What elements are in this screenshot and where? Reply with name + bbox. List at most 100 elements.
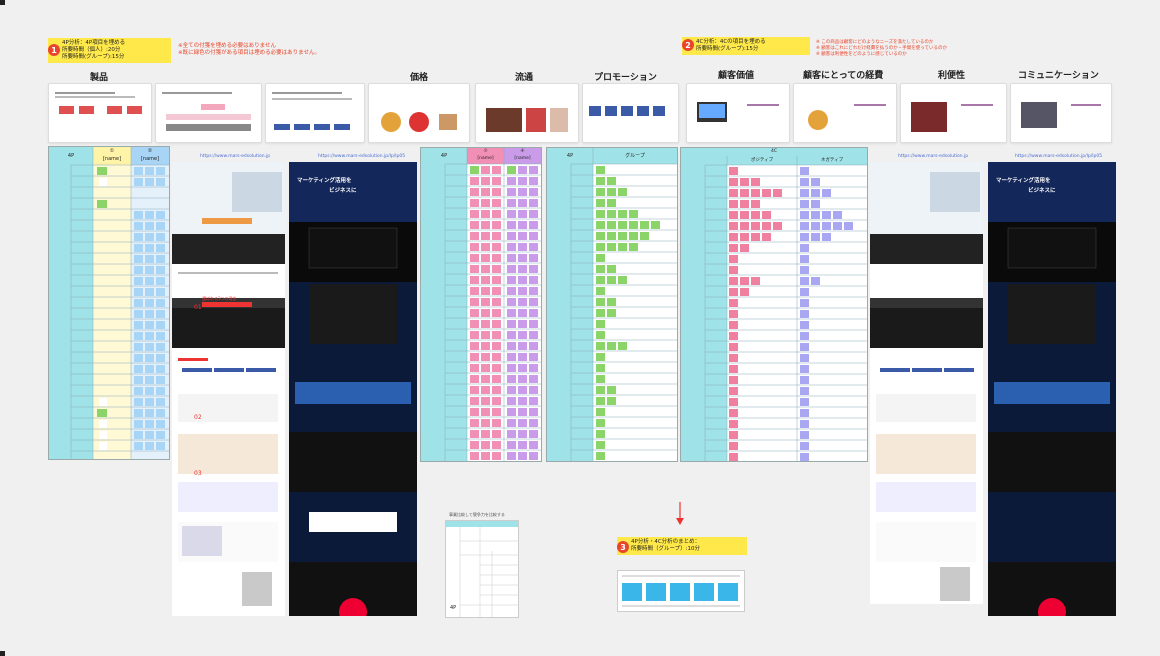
- sticky-note[interactable]: [729, 332, 738, 340]
- sticky-note[interactable]: [470, 210, 479, 218]
- sticky-note[interactable]: [740, 222, 749, 230]
- sticky-note[interactable]: [800, 200, 809, 208]
- sticky-note[interactable]: [518, 375, 527, 383]
- sticky-note[interactable]: [529, 408, 538, 416]
- lp-link[interactable]: https://www.mars-edsolution.jp/lp/lp05: [1015, 154, 1102, 159]
- sticky-note[interactable]: [629, 232, 638, 240]
- sticky-note[interactable]: [156, 343, 165, 351]
- sticky-note[interactable]: [99, 420, 107, 428]
- sticky-note[interactable]: [492, 441, 501, 449]
- sticky-note[interactable]: [529, 364, 538, 372]
- sticky-note[interactable]: [507, 309, 516, 317]
- sticky-note[interactable]: [156, 167, 165, 175]
- sticky-note[interactable]: [729, 178, 738, 186]
- sticky-note[interactable]: [145, 310, 154, 318]
- sticky-note[interactable]: [507, 188, 516, 196]
- sticky-note[interactable]: [481, 364, 490, 372]
- sticky-note[interactable]: [470, 166, 479, 174]
- sticky-note[interactable]: [740, 211, 749, 219]
- sticky-note[interactable]: [156, 178, 165, 186]
- sticky-note[interactable]: [618, 232, 627, 240]
- sticky-note[interactable]: [800, 266, 809, 274]
- sticky-note[interactable]: [518, 298, 527, 306]
- sticky-note[interactable]: [507, 276, 516, 284]
- sticky-note[interactable]: [470, 419, 479, 427]
- sticky-note[interactable]: [518, 408, 527, 416]
- sticky-note[interactable]: [481, 210, 490, 218]
- sticky-note[interactable]: [145, 354, 154, 362]
- sticky-note[interactable]: [596, 199, 605, 207]
- sticky-note[interactable]: [629, 243, 638, 251]
- sticky-note[interactable]: [145, 277, 154, 285]
- sticky-note[interactable]: [529, 309, 538, 317]
- sticky-note[interactable]: [507, 221, 516, 229]
- sticky-note[interactable]: [97, 200, 107, 208]
- sticky-note[interactable]: [492, 287, 501, 295]
- sticky-note[interactable]: [481, 254, 490, 262]
- sticky-note[interactable]: [518, 353, 527, 361]
- sticky-note[interactable]: [134, 244, 143, 252]
- sticky-note[interactable]: [618, 276, 627, 284]
- sticky-note[interactable]: [492, 353, 501, 361]
- sticky-note[interactable]: [773, 189, 782, 197]
- sticky-note[interactable]: [470, 298, 479, 306]
- slide-thumbnail[interactable]: [582, 83, 679, 143]
- slide-thumbnail[interactable]: [48, 83, 152, 143]
- sticky-note[interactable]: [607, 342, 616, 350]
- sticky-note[interactable]: [518, 342, 527, 350]
- sticky-note[interactable]: [492, 364, 501, 372]
- sticky-note[interactable]: [470, 276, 479, 284]
- sticky-note[interactable]: [596, 188, 605, 196]
- sticky-note[interactable]: [481, 309, 490, 317]
- sticky-note[interactable]: [134, 332, 143, 340]
- sticky-note[interactable]: [529, 221, 538, 229]
- sticky-note[interactable]: [97, 409, 107, 417]
- sticky-note[interactable]: [518, 309, 527, 317]
- sticky-note[interactable]: [492, 342, 501, 350]
- sticky-note[interactable]: [481, 276, 490, 284]
- sticky-note[interactable]: [751, 189, 760, 197]
- sticky-note[interactable]: [99, 442, 107, 450]
- sticky-note[interactable]: [470, 177, 479, 185]
- sticky-note[interactable]: [518, 397, 527, 405]
- sticky-note[interactable]: [529, 254, 538, 262]
- sticky-note[interactable]: [156, 332, 165, 340]
- slide-thumbnail[interactable]: [686, 83, 790, 143]
- sticky-note[interactable]: [607, 177, 616, 185]
- sticky-note[interactable]: [507, 397, 516, 405]
- lp-link[interactable]: https://www.mars-edsolution.jp/lp/lp05: [318, 154, 405, 159]
- sticky-note[interactable]: [145, 376, 154, 384]
- sticky-note[interactable]: [507, 320, 516, 328]
- sticky-note[interactable]: [729, 189, 738, 197]
- sticky-note[interactable]: [134, 222, 143, 230]
- sticky-note[interactable]: [629, 210, 638, 218]
- sticky-note[interactable]: [762, 189, 771, 197]
- sticky-note[interactable]: [518, 210, 527, 218]
- sticky-note[interactable]: [507, 287, 516, 295]
- sticky-note[interactable]: [751, 222, 760, 230]
- sticky-note[interactable]: [629, 221, 638, 229]
- sticky-note[interactable]: [751, 277, 760, 285]
- sticky-note[interactable]: [145, 343, 154, 351]
- sticky-note[interactable]: [145, 321, 154, 329]
- sticky-note[interactable]: [800, 343, 809, 351]
- sticky-note[interactable]: [529, 298, 538, 306]
- sticky-note[interactable]: [134, 376, 143, 384]
- sticky-note[interactable]: [492, 177, 501, 185]
- sticky-note[interactable]: [134, 431, 143, 439]
- sticky-note[interactable]: [481, 342, 490, 350]
- sticky-note[interactable]: [800, 409, 809, 417]
- sticky-note[interactable]: [507, 177, 516, 185]
- sticky-note[interactable]: [596, 364, 605, 372]
- sticky-note[interactable]: [156, 387, 165, 395]
- sticky-note[interactable]: [640, 221, 649, 229]
- sticky-note[interactable]: [145, 244, 154, 252]
- sticky-note[interactable]: [156, 255, 165, 263]
- sticky-note[interactable]: [618, 342, 627, 350]
- sticky-note[interactable]: [481, 177, 490, 185]
- sticky-note[interactable]: [607, 210, 616, 218]
- sticky-note[interactable]: [811, 200, 820, 208]
- sticky-note[interactable]: [800, 222, 809, 230]
- sticky-note[interactable]: [607, 265, 616, 273]
- sticky-note[interactable]: [811, 178, 820, 186]
